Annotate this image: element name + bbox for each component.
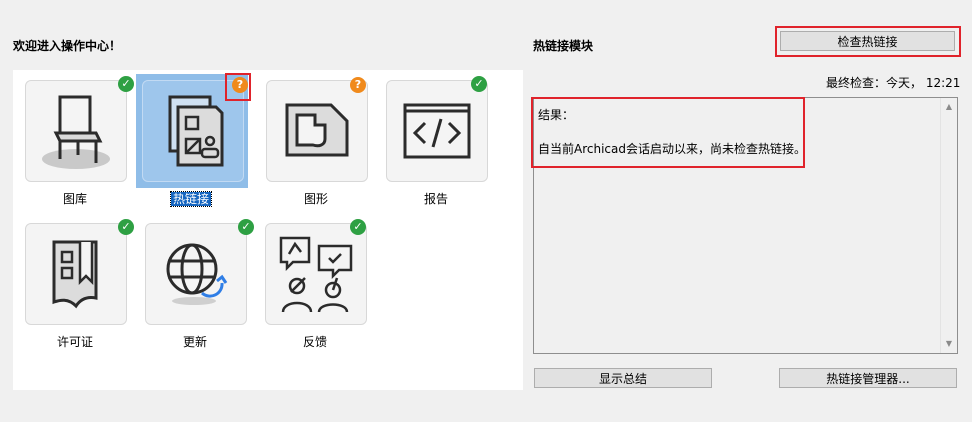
tile-graphics-label: 图形 bbox=[303, 192, 328, 206]
tile-feedback-box[interactable] bbox=[265, 223, 367, 325]
globe-update-icon bbox=[166, 243, 228, 305]
tile-license-box[interactable] bbox=[25, 223, 127, 325]
tile-report[interactable]: ✓ 报告 bbox=[381, 70, 501, 210]
tile-feedback-label: 反馈 bbox=[302, 335, 327, 349]
hotlink-manager-button[interactable]: 热链接管理器... bbox=[779, 368, 957, 388]
feedback-people-icon bbox=[279, 236, 353, 313]
tile-library-label: 图库 bbox=[62, 192, 87, 206]
scroll-up-icon[interactable]: ▲ bbox=[944, 102, 954, 112]
result-scrollbar[interactable]: ▲ ▼ bbox=[940, 98, 957, 353]
show-summary-button[interactable]: 显示总结 bbox=[534, 368, 712, 388]
status-ok-icon: ✓ bbox=[118, 76, 134, 92]
status-ok-icon: ✓ bbox=[118, 219, 134, 235]
hotlink-module-title: 热链接模块 bbox=[533, 39, 594, 53]
action-center-panel: ✓ 图库 ? 热链接 ? 图形 ✓ 报告 ✓ 许可证 ✓ 更新 ✓ 反馈 bbox=[13, 70, 523, 390]
hotlink-document-icon bbox=[168, 95, 224, 167]
scroll-down-icon[interactable]: ▼ bbox=[944, 339, 954, 349]
warning-badge-highlight bbox=[225, 73, 251, 101]
last-check-time: 最终检查：今天， 12:21 bbox=[826, 76, 961, 90]
check-button-highlight bbox=[775, 26, 961, 57]
tile-license-label: 许可证 bbox=[56, 335, 93, 349]
chair-icon bbox=[42, 95, 110, 169]
status-ok-icon: ✓ bbox=[471, 76, 487, 92]
tile-library[interactable]: ✓ 图库 bbox=[20, 70, 140, 210]
tile-update[interactable]: ✓ 更新 bbox=[140, 213, 260, 353]
status-ok-icon: ✓ bbox=[238, 219, 254, 235]
license-icon bbox=[52, 240, 98, 309]
tile-feedback[interactable]: ✓ 反馈 bbox=[260, 213, 380, 353]
tile-update-label: 更新 bbox=[182, 335, 207, 349]
tile-graphics[interactable]: ? 图形 bbox=[261, 70, 381, 210]
tile-graphics-box[interactable] bbox=[266, 80, 368, 182]
tile-license[interactable]: ✓ 许可证 bbox=[20, 213, 140, 353]
code-report-icon bbox=[403, 103, 471, 159]
result-highlight bbox=[531, 97, 805, 168]
status-ok-icon: ✓ bbox=[350, 219, 366, 235]
tile-report-box[interactable] bbox=[386, 80, 488, 182]
tile-library-box[interactable] bbox=[25, 80, 127, 182]
welcome-title: 欢迎进入操作中心！ bbox=[13, 39, 122, 53]
status-warning-icon: ? bbox=[350, 77, 366, 93]
tile-hotlinks-label-text: 热链接 bbox=[169, 191, 213, 207]
tile-hotlinks-label: 热链接 bbox=[136, 190, 246, 207]
tile-report-label: 报告 bbox=[423, 192, 448, 206]
tile-update-box[interactable] bbox=[145, 223, 247, 325]
graphics-icon bbox=[285, 103, 349, 157]
